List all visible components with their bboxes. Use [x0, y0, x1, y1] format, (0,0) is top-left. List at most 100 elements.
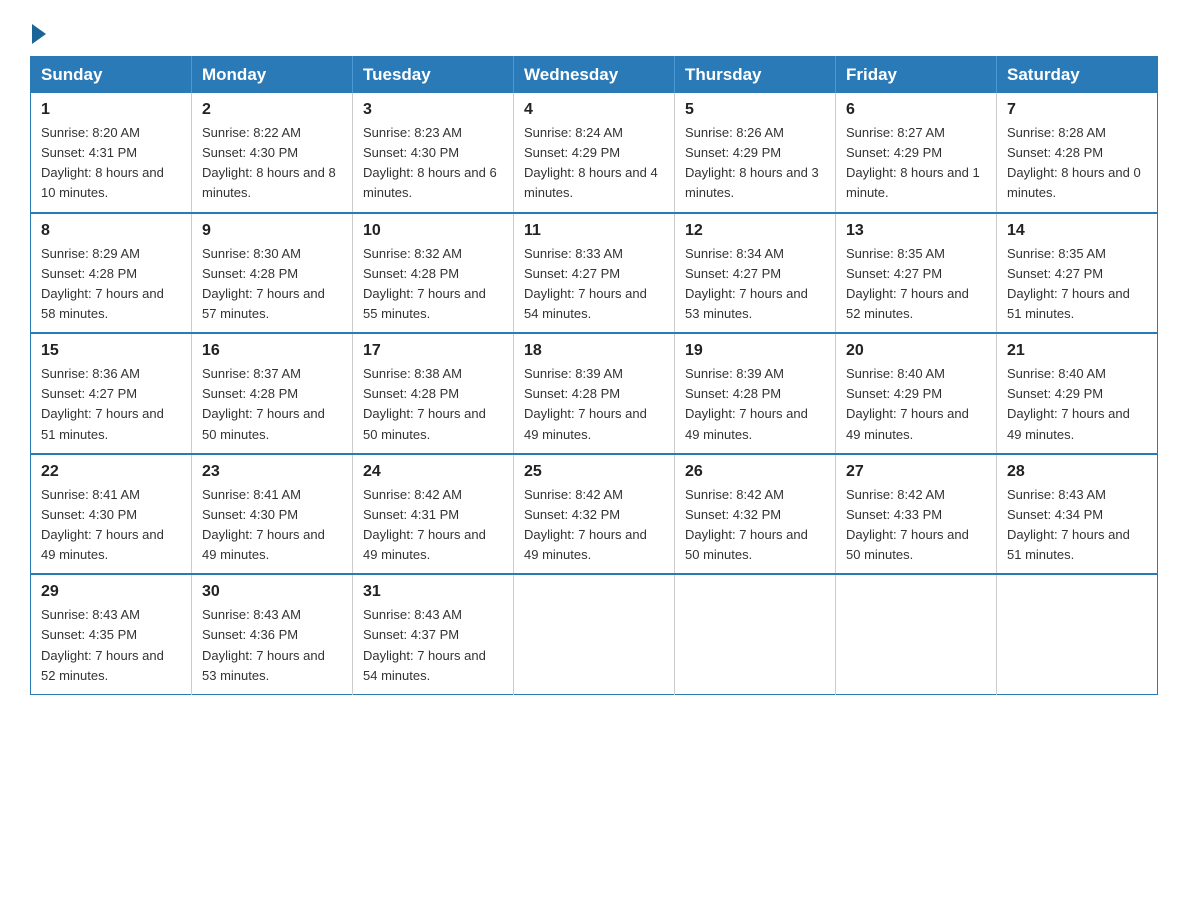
calendar-day-cell: 28 Sunrise: 8:43 AMSunset: 4:34 PMDaylig… — [997, 454, 1158, 575]
calendar-day-cell: 16 Sunrise: 8:37 AMSunset: 4:28 PMDaylig… — [192, 333, 353, 454]
day-info: Sunrise: 8:32 AMSunset: 4:28 PMDaylight:… — [363, 246, 486, 321]
day-info: Sunrise: 8:43 AMSunset: 4:36 PMDaylight:… — [202, 607, 325, 682]
calendar-day-cell: 1 Sunrise: 8:20 AMSunset: 4:31 PMDayligh… — [31, 93, 192, 213]
day-number: 25 — [524, 463, 664, 481]
day-number: 13 — [846, 222, 986, 240]
calendar-day-cell: 5 Sunrise: 8:26 AMSunset: 4:29 PMDayligh… — [675, 93, 836, 213]
day-info: Sunrise: 8:20 AMSunset: 4:31 PMDaylight:… — [41, 125, 164, 200]
day-number: 31 — [363, 583, 503, 601]
calendar-day-cell: 27 Sunrise: 8:42 AMSunset: 4:33 PMDaylig… — [836, 454, 997, 575]
day-info: Sunrise: 8:26 AMSunset: 4:29 PMDaylight:… — [685, 125, 819, 200]
calendar-day-cell: 7 Sunrise: 8:28 AMSunset: 4:28 PMDayligh… — [997, 93, 1158, 213]
day-info: Sunrise: 8:42 AMSunset: 4:33 PMDaylight:… — [846, 487, 969, 562]
calendar-day-cell: 6 Sunrise: 8:27 AMSunset: 4:29 PMDayligh… — [836, 93, 997, 213]
weekday-header: Monday — [192, 57, 353, 94]
calendar-week-row: 1 Sunrise: 8:20 AMSunset: 4:31 PMDayligh… — [31, 93, 1158, 213]
day-info: Sunrise: 8:27 AMSunset: 4:29 PMDaylight:… — [846, 125, 980, 200]
calendar-week-row: 22 Sunrise: 8:41 AMSunset: 4:30 PMDaylig… — [31, 454, 1158, 575]
calendar-day-cell: 11 Sunrise: 8:33 AMSunset: 4:27 PMDaylig… — [514, 213, 675, 334]
day-info: Sunrise: 8:43 AMSunset: 4:35 PMDaylight:… — [41, 607, 164, 682]
day-number: 6 — [846, 101, 986, 119]
day-number: 18 — [524, 342, 664, 360]
day-number: 28 — [1007, 463, 1147, 481]
calendar-day-cell: 3 Sunrise: 8:23 AMSunset: 4:30 PMDayligh… — [353, 93, 514, 213]
calendar-day-cell: 18 Sunrise: 8:39 AMSunset: 4:28 PMDaylig… — [514, 333, 675, 454]
day-info: Sunrise: 8:24 AMSunset: 4:29 PMDaylight:… — [524, 125, 658, 200]
calendar-day-cell: 2 Sunrise: 8:22 AMSunset: 4:30 PMDayligh… — [192, 93, 353, 213]
calendar-day-cell: 15 Sunrise: 8:36 AMSunset: 4:27 PMDaylig… — [31, 333, 192, 454]
calendar-day-cell: 10 Sunrise: 8:32 AMSunset: 4:28 PMDaylig… — [353, 213, 514, 334]
logo — [30, 20, 46, 40]
day-info: Sunrise: 8:42 AMSunset: 4:32 PMDaylight:… — [685, 487, 808, 562]
calendar-day-cell: 26 Sunrise: 8:42 AMSunset: 4:32 PMDaylig… — [675, 454, 836, 575]
logo-arrow-icon — [32, 24, 46, 44]
calendar-day-cell: 8 Sunrise: 8:29 AMSunset: 4:28 PMDayligh… — [31, 213, 192, 334]
calendar-day-cell: 9 Sunrise: 8:30 AMSunset: 4:28 PMDayligh… — [192, 213, 353, 334]
day-number: 9 — [202, 222, 342, 240]
calendar-day-cell: 20 Sunrise: 8:40 AMSunset: 4:29 PMDaylig… — [836, 333, 997, 454]
day-number: 1 — [41, 101, 181, 119]
day-number: 27 — [846, 463, 986, 481]
day-number: 3 — [363, 101, 503, 119]
page-container: SundayMondayTuesdayWednesdayThursdayFrid… — [30, 20, 1158, 695]
day-info: Sunrise: 8:36 AMSunset: 4:27 PMDaylight:… — [41, 366, 164, 441]
calendar-day-cell — [675, 574, 836, 694]
day-info: Sunrise: 8:41 AMSunset: 4:30 PMDaylight:… — [202, 487, 325, 562]
day-number: 7 — [1007, 101, 1147, 119]
day-info: Sunrise: 8:39 AMSunset: 4:28 PMDaylight:… — [685, 366, 808, 441]
day-number: 8 — [41, 222, 181, 240]
day-info: Sunrise: 8:40 AMSunset: 4:29 PMDaylight:… — [846, 366, 969, 441]
calendar-day-cell: 4 Sunrise: 8:24 AMSunset: 4:29 PMDayligh… — [514, 93, 675, 213]
calendar-day-cell: 31 Sunrise: 8:43 AMSunset: 4:37 PMDaylig… — [353, 574, 514, 694]
calendar-week-row: 8 Sunrise: 8:29 AMSunset: 4:28 PMDayligh… — [31, 213, 1158, 334]
day-info: Sunrise: 8:28 AMSunset: 4:28 PMDaylight:… — [1007, 125, 1141, 200]
day-number: 11 — [524, 222, 664, 240]
calendar-week-row: 29 Sunrise: 8:43 AMSunset: 4:35 PMDaylig… — [31, 574, 1158, 694]
calendar-week-row: 15 Sunrise: 8:36 AMSunset: 4:27 PMDaylig… — [31, 333, 1158, 454]
calendar-day-cell: 30 Sunrise: 8:43 AMSunset: 4:36 PMDaylig… — [192, 574, 353, 694]
day-number: 26 — [685, 463, 825, 481]
day-info: Sunrise: 8:41 AMSunset: 4:30 PMDaylight:… — [41, 487, 164, 562]
calendar-day-cell: 25 Sunrise: 8:42 AMSunset: 4:32 PMDaylig… — [514, 454, 675, 575]
day-info: Sunrise: 8:34 AMSunset: 4:27 PMDaylight:… — [685, 246, 808, 321]
day-number: 23 — [202, 463, 342, 481]
day-info: Sunrise: 8:22 AMSunset: 4:30 PMDaylight:… — [202, 125, 336, 200]
day-info: Sunrise: 8:35 AMSunset: 4:27 PMDaylight:… — [1007, 246, 1130, 321]
calendar-table: SundayMondayTuesdayWednesdayThursdayFrid… — [30, 56, 1158, 695]
day-info: Sunrise: 8:40 AMSunset: 4:29 PMDaylight:… — [1007, 366, 1130, 441]
day-info: Sunrise: 8:43 AMSunset: 4:37 PMDaylight:… — [363, 607, 486, 682]
day-number: 20 — [846, 342, 986, 360]
day-info: Sunrise: 8:38 AMSunset: 4:28 PMDaylight:… — [363, 366, 486, 441]
day-info: Sunrise: 8:39 AMSunset: 4:28 PMDaylight:… — [524, 366, 647, 441]
weekday-header: Saturday — [997, 57, 1158, 94]
day-number: 15 — [41, 342, 181, 360]
day-number: 22 — [41, 463, 181, 481]
day-number: 29 — [41, 583, 181, 601]
calendar-day-cell — [836, 574, 997, 694]
day-number: 30 — [202, 583, 342, 601]
day-info: Sunrise: 8:30 AMSunset: 4:28 PMDaylight:… — [202, 246, 325, 321]
day-info: Sunrise: 8:35 AMSunset: 4:27 PMDaylight:… — [846, 246, 969, 321]
day-number: 24 — [363, 463, 503, 481]
day-info: Sunrise: 8:33 AMSunset: 4:27 PMDaylight:… — [524, 246, 647, 321]
day-info: Sunrise: 8:37 AMSunset: 4:28 PMDaylight:… — [202, 366, 325, 441]
calendar-day-cell: 19 Sunrise: 8:39 AMSunset: 4:28 PMDaylig… — [675, 333, 836, 454]
calendar-day-cell: 21 Sunrise: 8:40 AMSunset: 4:29 PMDaylig… — [997, 333, 1158, 454]
day-info: Sunrise: 8:42 AMSunset: 4:31 PMDaylight:… — [363, 487, 486, 562]
weekday-header-row: SundayMondayTuesdayWednesdayThursdayFrid… — [31, 57, 1158, 94]
day-number: 16 — [202, 342, 342, 360]
calendar-day-cell: 14 Sunrise: 8:35 AMSunset: 4:27 PMDaylig… — [997, 213, 1158, 334]
day-info: Sunrise: 8:29 AMSunset: 4:28 PMDaylight:… — [41, 246, 164, 321]
day-number: 17 — [363, 342, 503, 360]
calendar-day-cell — [997, 574, 1158, 694]
weekday-header: Thursday — [675, 57, 836, 94]
weekday-header: Sunday — [31, 57, 192, 94]
day-number: 12 — [685, 222, 825, 240]
day-number: 14 — [1007, 222, 1147, 240]
day-number: 21 — [1007, 342, 1147, 360]
weekday-header: Tuesday — [353, 57, 514, 94]
calendar-day-cell: 24 Sunrise: 8:42 AMSunset: 4:31 PMDaylig… — [353, 454, 514, 575]
day-info: Sunrise: 8:43 AMSunset: 4:34 PMDaylight:… — [1007, 487, 1130, 562]
day-info: Sunrise: 8:23 AMSunset: 4:30 PMDaylight:… — [363, 125, 497, 200]
day-number: 10 — [363, 222, 503, 240]
